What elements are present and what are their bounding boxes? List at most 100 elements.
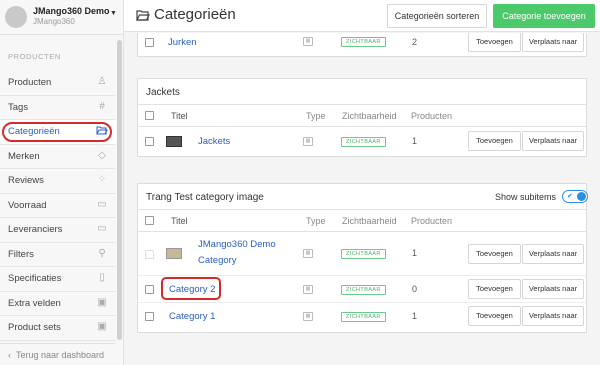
product-count: 1 [412,248,418,258]
sidebar-item-label: Specificaties [8,273,62,284]
table-header: Titel Type Zichtbaarheid Producten [138,210,586,232]
panel-title: Trang Test category image [146,192,264,203]
box-icon: ▭ [97,198,107,210]
back-label-text: Terug naar dashboard [16,350,105,360]
visibility-badge: ZICHTBAAR [341,312,386,322]
sidebar-item-tags[interactable]: Tags # [0,96,116,120]
select-all-checkbox[interactable] [145,216,154,225]
tag-icon: ◇ [98,149,106,161]
select-all-checkbox[interactable] [145,111,154,120]
folder-open-icon [96,125,108,137]
sidebar-item-label: Leveranciers [8,224,63,235]
category-type-icon: ▦ [303,37,313,46]
row-checkbox[interactable] [145,137,154,146]
sidebar-item-label: Producten [8,77,52,88]
add-subcategory-button[interactable]: Toevoegen [468,33,521,52]
folder-icon [136,9,150,21]
sidebar-item-extra-velden[interactable]: Extra velden ▣ [0,292,116,316]
main-content: Jurken ▦ ZICHTBAAR 2 Toevoegen Verplaats… [124,33,600,365]
column-title: Titel [171,216,188,226]
move-to-button[interactable]: Verplaats naar [522,306,584,326]
check-icon: ✔ [567,193,573,200]
visibility-badge: ZICHTBAAR [341,249,386,259]
product-count: 1 [412,311,418,321]
sidebar-item-product-sets[interactable]: Product sets ▣ [0,316,116,341]
column-products: Producten [411,216,453,226]
move-to-button[interactable]: Verplaats naar [522,131,584,151]
category-link[interactable]: Category 2 [169,284,215,295]
column-title: Titel [171,111,188,121]
move-to-button[interactable]: Verplaats naar [522,33,584,52]
sort-categories-button[interactable]: Categorieën sorteren [387,4,487,28]
visibility-badge: ZICHTBAAR [341,37,386,47]
sidebar-item-label: Reviews [8,175,44,186]
add-subcategory-button[interactable]: Toevoegen [468,131,521,151]
add-subcategory-button[interactable]: Toevoegen [468,279,521,299]
table-row: Jurken ▦ ZICHTBAAR 2 Toevoegen Verplaats… [138,33,586,56]
grid-dots-icon: ⁘ [97,174,107,185]
sidebar-item-leveranciers[interactable]: Leveranciers ▭ [0,218,116,243]
category-link[interactable]: Category 1 [169,311,215,322]
category-link[interactable]: JMango360 Demo Category [198,237,298,269]
table-header: Titel Type Zichtbaarheid Producten [138,105,586,127]
add-subcategory-button[interactable]: Toevoegen [468,244,521,264]
row-checkbox[interactable] [145,38,154,47]
move-to-button[interactable]: Verplaats naar [522,244,584,264]
store-switcher[interactable]: JMango360 Demo JMango360 ▼ [0,0,124,35]
category-type-icon: ▦ [303,312,313,321]
show-subitems-label: Show subitems [495,192,557,202]
column-type: Type [306,216,326,226]
sidebar-item-voorraad[interactable]: Voorraad ▭ [0,194,116,218]
panel-header: Jackets [138,79,586,105]
sidebar-item-label: Filters [8,248,34,260]
sidebar-item-reviews[interactable]: Reviews ⁘ [0,169,116,194]
store-subtitle: JMango360 [33,17,75,26]
row-checkbox[interactable] [145,285,154,294]
sidebar: JMango360 Demo JMango360 ▼ PRODUCTEN Pro… [0,0,124,365]
funnel-icon: ⚲ [98,247,106,259]
chevron-down-icon: ▼ [110,10,117,17]
sidebar-item-label: Categorieën [8,126,60,137]
sidebar-scrollbar[interactable] [117,40,122,340]
card-icon: ▣ [97,296,107,308]
sidebar-item-label: Extra velden [8,297,61,309]
back-to-dashboard-link[interactable]: ‹ Terug naar dashboard [0,343,116,365]
column-visibility: Zichtbaarheid [342,216,397,226]
move-to-button[interactable]: Verplaats naar [522,279,584,299]
product-count: 1 [412,136,418,146]
chart-icon: ▯ [99,272,105,283]
row-checkbox[interactable] [145,312,154,321]
product-count: 0 [412,284,418,294]
add-category-button[interactable]: Categorie toevoegen [493,4,595,28]
sidebar-item-producten[interactable]: Producten ♙ [0,71,116,96]
hash-icon: # [99,100,105,112]
product-count: 2 [412,37,418,47]
set-icon: ▣ [97,321,107,332]
category-panel-scrolled: Jurken ▦ ZICHTBAAR 2 Toevoegen Verplaats… [137,33,587,57]
page-title: Categorieën [154,6,236,23]
shirt-icon: ♙ [97,76,107,87]
row-checkbox[interactable] [145,250,154,259]
category-link[interactable]: Jurken [168,37,197,48]
column-products: Producten [411,111,453,121]
table-row: Category 2 ▦ ZICHTBAAR 0 Toevoegen Verpl… [138,276,586,303]
store-name: JMango360 Demo [33,6,110,16]
sidebar-item-filters[interactable]: Filters ⚲ [0,243,116,267]
category-panel-jackets: Jackets Titel Type Zichtbaarheid Product… [137,78,587,157]
visibility-badge: ZICHTBAAR [341,285,386,295]
sidebar-item-merken[interactable]: Merken ◇ [0,145,116,169]
category-thumbnail [166,136,182,147]
table-row: Jackets ▦ ZICHTBAAR 1 Toevoegen Verplaat… [138,127,586,156]
sidebar-item-specificaties[interactable]: Specificaties ▯ [0,267,116,292]
sidebar-item-label: Voorraad [8,199,47,211]
sidebar-item-categorieen[interactable]: Categorieën [0,120,116,145]
show-subitems-toggle[interactable]: ✔ [562,190,588,203]
column-visibility: Zichtbaarheid [342,111,397,121]
category-type-icon: ▦ [303,137,313,146]
category-link[interactable]: Jackets [198,136,230,147]
add-subcategory-button[interactable]: Toevoegen [468,306,521,326]
table-row: Category 1 ▦ ZICHTBAAR 1 Toevoegen Verpl… [138,303,586,330]
truck-icon: ▭ [97,223,107,234]
sidebar-item-label: Merken [8,150,40,162]
panel-title: Jackets [146,87,180,98]
